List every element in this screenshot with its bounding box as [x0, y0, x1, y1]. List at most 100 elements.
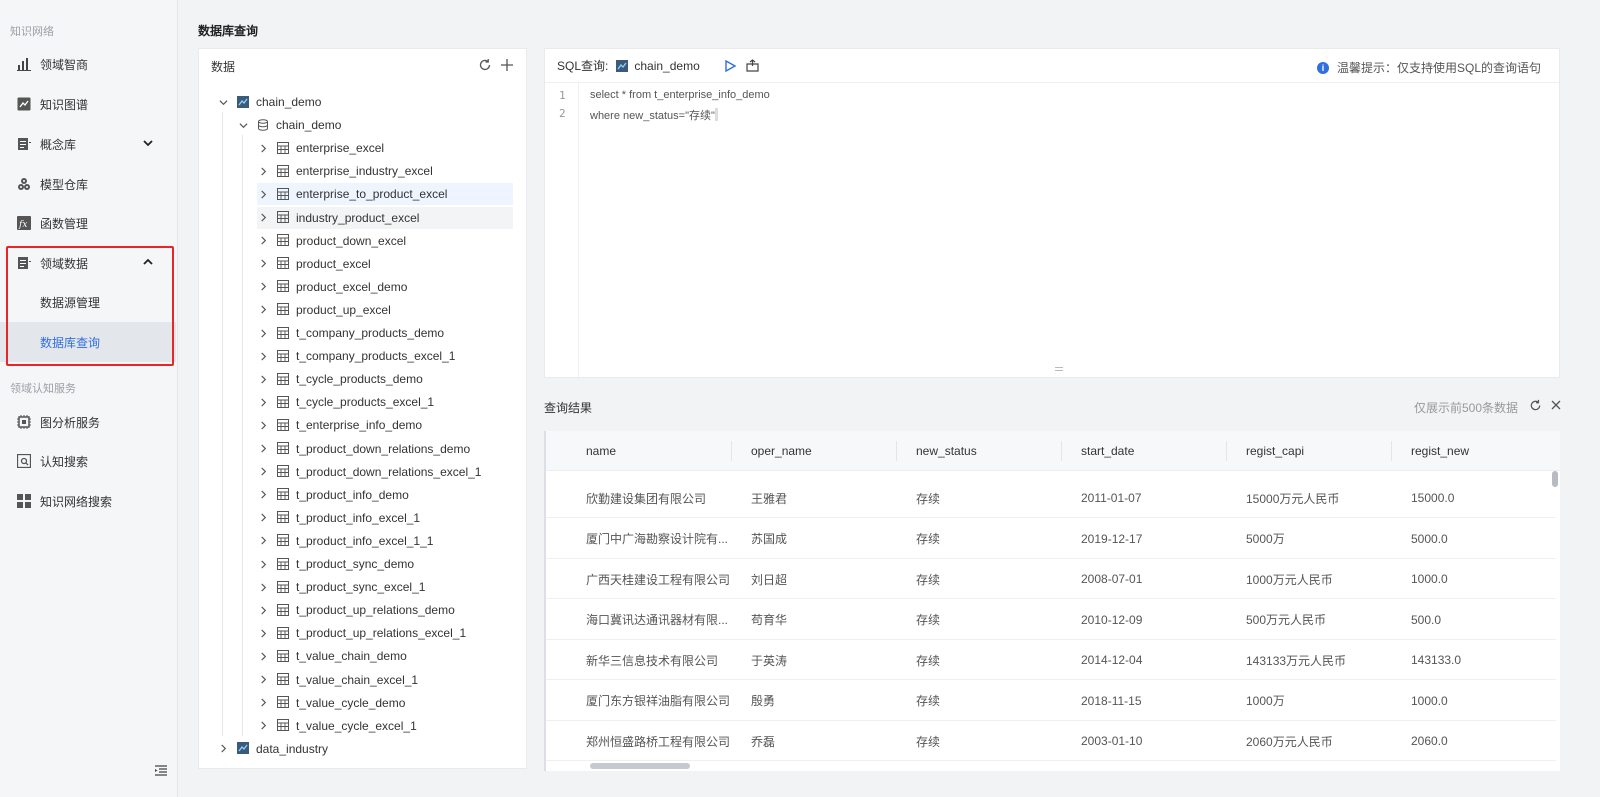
tree-node-table[interactable]: t_cycle_products_excel_1: [257, 391, 513, 413]
column-header[interactable]: new_status: [916, 431, 977, 471]
tree-node-table[interactable]: industry_product_excel: [257, 206, 513, 229]
tree-node-table[interactable]: product_excel: [257, 253, 513, 275]
tree-node-table[interactable]: enterprise_industry_excel: [257, 160, 513, 182]
chevron-right-icon[interactable]: [257, 235, 269, 247]
format-icon[interactable]: [746, 59, 759, 72]
sidebar-item-knowledge-graph[interactable]: 知识图谱: [0, 84, 176, 124]
chevron-right-icon[interactable]: [257, 581, 269, 593]
tree-node-table[interactable]: t_enterprise_info_demo: [257, 414, 513, 436]
tree-node-table[interactable]: t_value_chain_excel_1: [257, 669, 513, 691]
sidebar-item-concept-library[interactable]: 概念库: [0, 124, 176, 164]
sidebar-item-kn-search[interactable]: 知识网络搜索: [0, 481, 176, 521]
table-row[interactable]: 海口冀讯达通讯器材有限... 苟育华 存续 2010-12-09 500万元人民币 500…: [546, 600, 1556, 640]
chevron-right-icon[interactable]: [217, 743, 229, 755]
tree-node-table[interactable]: t_product_up_relations_demo: [257, 599, 513, 621]
chevron-right-icon[interactable]: [257, 443, 269, 455]
collapse-menu-icon[interactable]: [154, 764, 168, 778]
tree-node-database[interactable]: data_industry: [217, 738, 328, 760]
tree-node-table[interactable]: t_value_cycle_excel_1: [257, 715, 513, 737]
chevron-right-icon[interactable]: [257, 373, 269, 385]
sidebar-subitem-datasource[interactable]: 数据源管理: [0, 282, 176, 322]
tree-node-table[interactable]: t_cycle_products_demo: [257, 368, 513, 390]
sql-db-selector[interactable]: chain_demo: [612, 59, 700, 73]
vertical-scrollbar[interactable]: [1552, 471, 1558, 487]
sidebar-subitem-db-query[interactable]: 数据库查询: [0, 322, 176, 362]
chevron-right-icon[interactable]: [257, 720, 269, 732]
sidebar-item-model-repo[interactable]: 模型仓库: [0, 164, 176, 204]
tree-node-table[interactable]: product_excel_demo: [257, 276, 513, 298]
chevron-right-icon[interactable]: [257, 466, 269, 478]
run-icon[interactable]: [724, 59, 736, 72]
refresh-icon[interactable]: [478, 58, 492, 72]
table-row[interactable]: 厦门东方银祥油脂有限公司 殷勇 存续 2018-11-15 1000万 1000.0: [546, 681, 1556, 721]
column-header[interactable]: regist_capi: [1246, 431, 1304, 471]
sql-code-line[interactable]: select * from t_enterprise_info_demo: [590, 89, 770, 101]
tree-node-table[interactable]: t_product_info_excel_1_1: [257, 530, 513, 552]
tree-node-table[interactable]: t_value_cycle_demo: [257, 692, 513, 714]
tree-node-table[interactable]: enterprise_excel: [257, 137, 513, 159]
sql-code-line[interactable]: where new_status="存续": [590, 107, 718, 123]
column-separator[interactable]: [896, 441, 897, 461]
sidebar-item-function-mgmt[interactable]: fx 函数管理: [0, 203, 176, 243]
chevron-right-icon[interactable]: [257, 535, 269, 547]
table-row[interactable]: 厦门中广海勘察设计院有... 苏国成 存续 2019-12-17 5000万 5000.0: [546, 519, 1556, 559]
chevron-right-icon[interactable]: [257, 258, 269, 270]
chevron-right-icon[interactable]: [257, 627, 269, 639]
table-row[interactable]: 新华三信息技术有限公司 于英涛 存续 2014-12-04 143133万元人民币 143…: [546, 640, 1556, 680]
chevron-right-icon[interactable]: [257, 281, 269, 293]
table-row[interactable]: 广西天桂建设工程有限公司 刘日超 存续 2008-07-01 1000万元人民币 1000…: [546, 559, 1556, 599]
close-icon[interactable]: [1550, 399, 1562, 411]
chevron-down-icon[interactable]: [237, 119, 249, 131]
column-header[interactable]: name: [586, 431, 616, 471]
column-separator[interactable]: [1061, 441, 1062, 461]
tree-node-table[interactable]: t_product_info_excel_1: [257, 507, 513, 529]
sidebar-item-domain-data[interactable]: 领域数据: [0, 243, 176, 283]
chevron-down-icon[interactable]: [217, 96, 229, 108]
chevron-right-icon[interactable]: [257, 188, 269, 200]
tree-node-table[interactable]: t_product_up_relations_excel_1: [257, 622, 513, 644]
table-row[interactable]: 欣勤建设集团有限公司 王雅君 存续 2011-01-07 15000万元人民币 15000…: [546, 478, 1556, 518]
sidebar-item-domain-iq[interactable]: 领域智商: [0, 44, 176, 84]
tree-node-table[interactable]: product_up_excel: [257, 299, 513, 321]
chevron-right-icon[interactable]: [257, 142, 269, 154]
tree-node-table[interactable]: product_down_excel: [257, 230, 513, 252]
tree-node-table[interactable]: t_product_down_relations_excel_1: [257, 461, 513, 483]
chevron-right-icon[interactable]: [257, 304, 269, 316]
chevron-right-icon[interactable]: [257, 419, 269, 431]
chevron-right-icon[interactable]: [257, 512, 269, 524]
chevron-right-icon[interactable]: [257, 558, 269, 570]
chevron-right-icon[interactable]: [257, 650, 269, 662]
tree-node-table[interactable]: t_value_chain_demo: [257, 645, 513, 667]
chevron-right-icon[interactable]: [257, 212, 269, 224]
tree-node-table[interactable]: t_product_down_relations_demo: [257, 438, 513, 460]
chevron-right-icon[interactable]: [257, 604, 269, 616]
column-separator[interactable]: [731, 441, 732, 461]
tree-node-schema[interactable]: chain_demo: [237, 114, 341, 136]
sidebar-item-cognitive-search[interactable]: 认知搜索: [0, 441, 176, 481]
resize-handle[interactable]: [1055, 367, 1063, 371]
chevron-right-icon[interactable]: [257, 165, 269, 177]
tree-node-table[interactable]: t_company_products_demo: [257, 322, 513, 344]
table-row[interactable]: 郑州恒盛路桥工程有限公司 乔磊 存续 2003-01-10 2060万元人民币 2060.…: [546, 721, 1556, 761]
horizontal-scrollbar[interactable]: [590, 763, 690, 769]
tree-node-table[interactable]: enterprise_to_product_excel: [257, 183, 513, 206]
sidebar-item-graph-analysis[interactable]: 图分析服务: [0, 402, 176, 442]
tree-node-database[interactable]: chain_demo: [217, 91, 321, 113]
tree-node-table[interactable]: t_product_sync_excel_1: [257, 576, 513, 598]
tree-node-table[interactable]: t_company_products_excel_1: [257, 345, 513, 367]
refresh-icon[interactable]: [1529, 399, 1542, 412]
chevron-right-icon[interactable]: [257, 697, 269, 709]
chevron-right-icon[interactable]: [257, 489, 269, 501]
column-header[interactable]: regist_new: [1411, 431, 1469, 471]
column-separator[interactable]: [1226, 441, 1227, 461]
column-header[interactable]: oper_name: [751, 431, 812, 471]
tree-node-table[interactable]: t_product_sync_demo: [257, 553, 513, 575]
column-separator[interactable]: [1391, 441, 1392, 461]
add-icon[interactable]: [500, 58, 514, 72]
tree-node-table[interactable]: t_product_info_demo: [257, 484, 513, 506]
chevron-right-icon[interactable]: [257, 674, 269, 686]
column-header[interactable]: start_date: [1081, 431, 1134, 471]
chevron-right-icon[interactable]: [257, 396, 269, 408]
chevron-right-icon[interactable]: [257, 350, 269, 362]
chevron-right-icon[interactable]: [257, 327, 269, 339]
